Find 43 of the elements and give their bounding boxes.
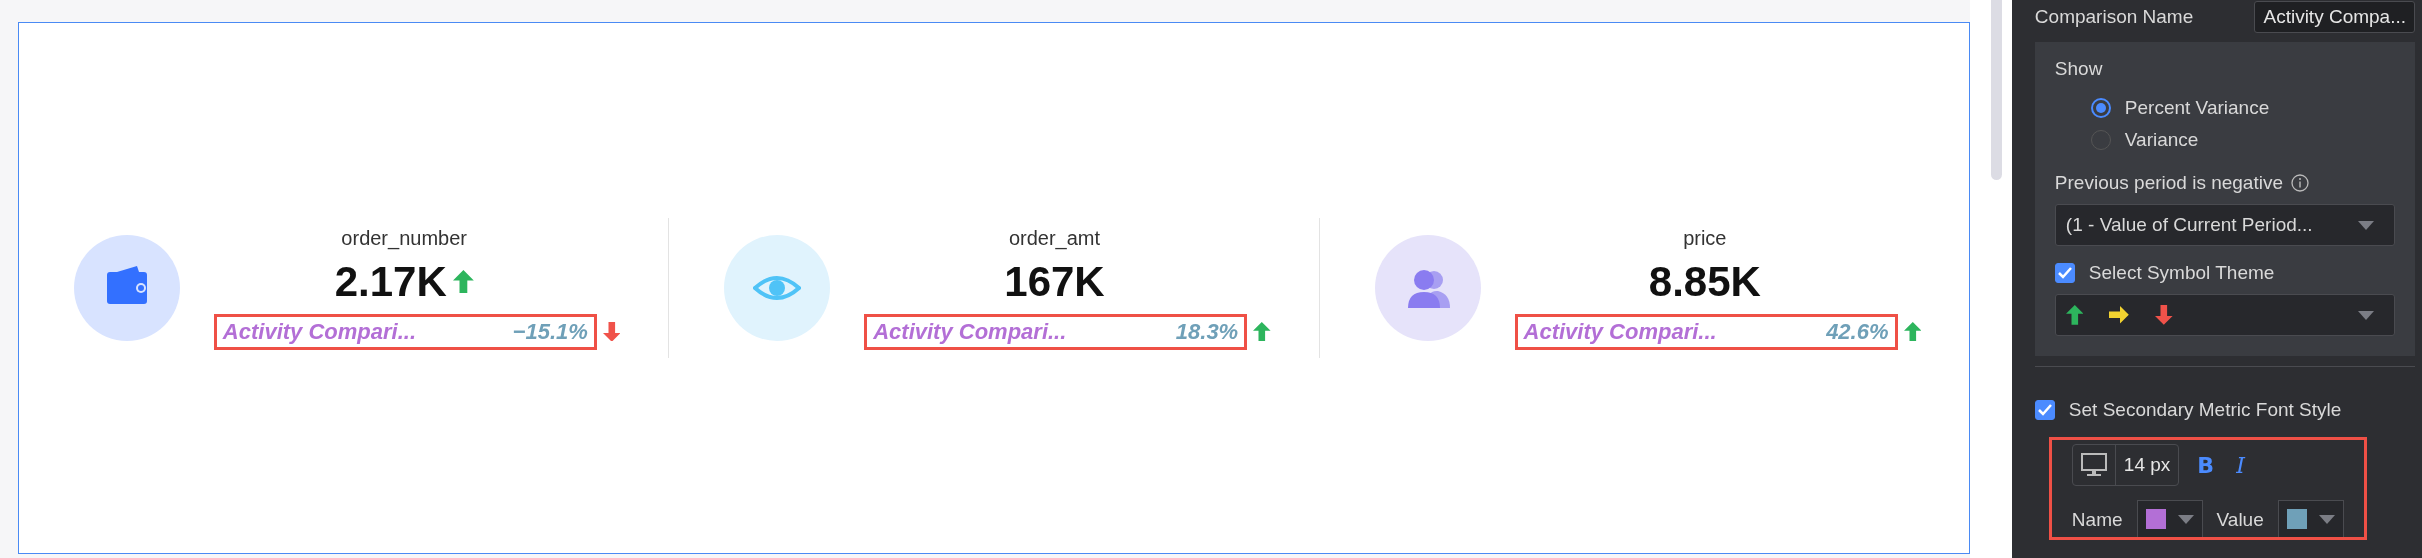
check-icon bbox=[2037, 404, 2052, 416]
monitor-icon bbox=[2080, 453, 2107, 477]
bold-button[interactable]: B bbox=[2193, 452, 2219, 478]
color-label: Value bbox=[2216, 509, 2264, 532]
metric-value: 2.17K bbox=[334, 257, 447, 306]
field-label: Comparison Name bbox=[2034, 6, 2194, 28]
comparison-value: −15.1% bbox=[512, 318, 588, 345]
metric-label: order_amt bbox=[1008, 226, 1101, 250]
caret-icon bbox=[2358, 310, 2374, 320]
color-picker[interactable] bbox=[2277, 500, 2344, 537]
checkbox[interactable] bbox=[2034, 400, 2055, 420]
caret-icon bbox=[2177, 514, 2194, 524]
comparison-name: Activity Compari... bbox=[873, 318, 1067, 345]
option-label: Variance bbox=[2124, 129, 2199, 151]
font-size-field[interactable]: 14 px bbox=[2071, 444, 2180, 486]
checkbox-label: Set Secondary Metric Font Style bbox=[2068, 399, 2342, 421]
comparison-value: 18.3% bbox=[1175, 318, 1239, 345]
comparison-name: Activity Compari... bbox=[222, 318, 416, 345]
radio-button[interactable] bbox=[2090, 98, 2111, 118]
metric-label: order_number bbox=[341, 226, 467, 250]
comparison-name-field[interactable]: Activity Compa... bbox=[2254, 1, 2415, 33]
comparison-value: 42.6% bbox=[1826, 318, 1889, 345]
info-icon[interactable] bbox=[2291, 174, 2309, 192]
radio-option[interactable]: Variance bbox=[2090, 124, 2395, 156]
option-label: Percent Variance bbox=[2124, 97, 2270, 119]
checkbox-label: Select Symbol Theme bbox=[2088, 262, 2275, 284]
color-picker[interactable] bbox=[2136, 500, 2203, 537]
metric-value: 8.85K bbox=[1648, 257, 1761, 306]
comparison-name: Activity Compari... bbox=[1523, 318, 1717, 345]
field-label: Previous period is negative bbox=[2054, 172, 2283, 194]
check-icon bbox=[2057, 267, 2072, 279]
caret-icon bbox=[2318, 514, 2335, 524]
color-label: Name bbox=[2071, 509, 2123, 532]
radio-option[interactable]: Percent Variance bbox=[2090, 92, 2395, 124]
section-label: Show bbox=[2054, 58, 2104, 80]
italic-button[interactable]: I bbox=[2232, 452, 2249, 478]
metric-label: price bbox=[1683, 226, 1727, 250]
caret-icon bbox=[2358, 220, 2374, 230]
metric-value: 167K bbox=[1004, 257, 1105, 306]
scrollbar[interactable] bbox=[1991, 0, 2003, 180]
checkbox[interactable] bbox=[2054, 263, 2075, 283]
negative-select[interactable]: (1 - Value of Current Period... bbox=[2054, 204, 2395, 246]
symbol-theme-select[interactable] bbox=[2054, 294, 2395, 336]
